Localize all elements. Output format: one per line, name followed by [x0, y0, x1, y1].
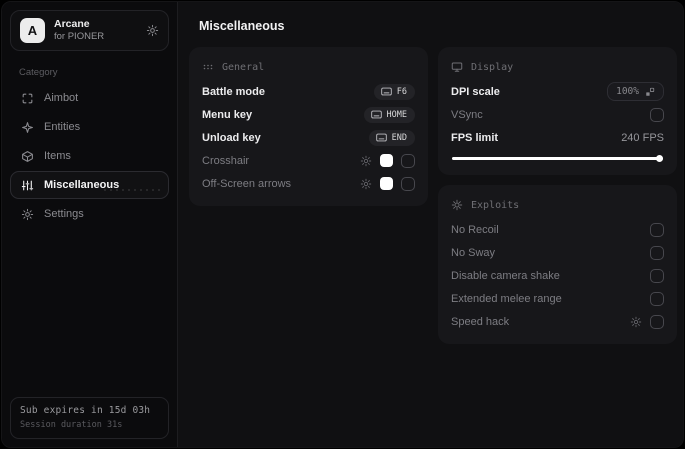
speed-hack-row: Speed hack	[451, 310, 664, 333]
disable-camera-shake-checkbox[interactable]	[650, 268, 664, 283]
no-recoil-checkbox[interactable]	[650, 222, 664, 237]
main-content: Miscellaneous General Battle mode F6 Men…	[178, 2, 683, 447]
fps-limit-row: FPS limit 240 FPS	[451, 126, 664, 149]
keyboard-icon	[380, 87, 392, 96]
keybind-value: F6	[396, 86, 407, 97]
crosshair-row: Crosshair	[202, 149, 415, 172]
dpi-scale-row: DPI scale 100%	[451, 80, 664, 103]
grid-dots-icon	[202, 61, 214, 73]
extended-melee-range-row: Extended melee range	[451, 287, 664, 310]
display-panel-title: Display	[471, 61, 514, 73]
dpi-scale-value: 100%	[616, 86, 639, 97]
subscription-info-card: Sub expires in 15d 03h Session duration …	[10, 397, 169, 439]
burst-icon	[451, 199, 463, 211]
vsync-row: VSync	[451, 103, 664, 126]
extended-melee-range-label: Extended melee range	[451, 292, 562, 305]
app-name: Arcane	[54, 18, 90, 30]
box-icon	[21, 150, 34, 163]
general-panel-title: General	[222, 61, 265, 73]
sidebar-item-miscellaneous[interactable]: Miscellaneous	[10, 171, 169, 199]
fps-limit-value: 240 FPS	[621, 131, 664, 144]
display-panel-header: Display	[451, 56, 664, 80]
app-subtitle: for PIONER	[54, 31, 105, 43]
sidebar-item-label: Settings	[44, 208, 84, 220]
sidebar-item-label: Aimbot	[44, 92, 79, 104]
dpi-scale-chip[interactable]: 100%	[607, 82, 664, 101]
menu-key-row: Menu key HOME	[202, 103, 415, 126]
slider-thumb[interactable]	[656, 154, 663, 162]
sparkle-icon	[21, 121, 34, 134]
speed-hack-checkbox[interactable]	[650, 314, 664, 329]
keybind-value: END	[391, 132, 407, 143]
sidebar-item-items[interactable]: Items	[10, 142, 169, 170]
scale-icon	[645, 87, 655, 97]
app-window: A Arcane for PIONER Category Aimbot Enti…	[1, 1, 684, 448]
vsync-checkbox[interactable]	[650, 107, 664, 122]
sidebar-nav: Aimbot Entities Items Miscellaneous Sett…	[10, 84, 169, 229]
no-recoil-label: No Recoil	[451, 223, 499, 236]
sidebar: A Arcane for PIONER Category Aimbot Enti…	[2, 2, 178, 447]
unload-key-row: Unload key END	[202, 126, 415, 149]
monitor-icon	[451, 61, 463, 73]
offscreen-arrows-row: Off-Screen arrows	[202, 172, 415, 195]
page-title: Miscellaneous	[199, 19, 285, 33]
battle-mode-keybind[interactable]: F6	[373, 83, 415, 100]
sub-expires-text: Sub expires in 15d 03h	[20, 405, 151, 416]
exploits-panel-header: Exploits	[451, 194, 664, 218]
general-panel: General Battle mode F6 Menu key HOME Unl…	[189, 47, 428, 206]
display-panel: Display DPI scale 100% VSync FPS limit 2…	[438, 47, 677, 175]
offscreen-arrows-checkbox[interactable]	[401, 176, 415, 191]
general-panel-header: General	[202, 56, 415, 80]
sidebar-item-label: Miscellaneous	[44, 179, 120, 191]
scan-icon	[21, 92, 34, 105]
battle-mode-row: Battle mode F6	[202, 80, 415, 103]
fps-limit-label: FPS limit	[451, 131, 499, 144]
crosshair-color-swatch[interactable]	[380, 154, 393, 167]
keyboard-icon	[375, 133, 387, 142]
battle-mode-label: Battle mode	[202, 85, 265, 98]
no-sway-row: No Sway	[451, 241, 664, 264]
offscreen-arrows-color-swatch[interactable]	[380, 177, 393, 190]
crosshair-checkbox[interactable]	[401, 153, 415, 168]
crosshair-gear-icon[interactable]	[360, 155, 372, 167]
vsync-label: VSync	[451, 108, 483, 121]
exploits-panel-title: Exploits	[471, 199, 520, 211]
exploits-panel: Exploits No Recoil No Sway Disable camer…	[438, 185, 677, 344]
session-duration-text: Session duration 31s	[20, 420, 123, 430]
no-recoil-row: No Recoil	[451, 218, 664, 241]
speed-hack-gear-icon[interactable]	[630, 316, 642, 328]
sidebar-item-label: Entities	[44, 121, 81, 133]
settings-gear-icon[interactable]	[146, 24, 159, 37]
dpi-scale-label: DPI scale	[451, 85, 500, 98]
fps-limit-slider[interactable]	[452, 154, 663, 162]
crosshair-label: Crosshair	[202, 154, 250, 167]
no-sway-checkbox[interactable]	[650, 245, 664, 260]
disable-camera-shake-label: Disable camera shake	[451, 269, 560, 282]
sidebar-item-entities[interactable]: Entities	[10, 113, 169, 141]
sidebar-item-aimbot[interactable]: Aimbot	[10, 84, 169, 112]
brand-card: A Arcane for PIONER	[10, 10, 169, 51]
sidebar-item-settings[interactable]: Settings	[10, 200, 169, 228]
menu-key-label: Menu key	[202, 108, 253, 121]
brand-text: Arcane for PIONER	[54, 18, 137, 43]
no-sway-label: No Sway	[451, 246, 496, 259]
sidebar-item-label: Items	[44, 150, 71, 162]
keyboard-icon	[370, 110, 382, 119]
app-logo: A	[20, 18, 45, 43]
category-label: Category	[19, 67, 58, 78]
gear-icon	[21, 208, 34, 221]
speed-hack-label: Speed hack	[451, 315, 510, 328]
keybind-value: HOME	[386, 109, 407, 120]
extended-melee-range-checkbox[interactable]	[650, 291, 664, 306]
unload-key-label: Unload key	[202, 131, 261, 144]
slider-fill	[452, 156, 663, 160]
disable-camera-shake-row: Disable camera shake	[451, 264, 664, 287]
offscreen-arrows-gear-icon[interactable]	[360, 178, 372, 190]
offscreen-arrows-label: Off-Screen arrows	[202, 177, 292, 190]
menu-key-keybind[interactable]: HOME	[363, 106, 415, 123]
unload-key-keybind[interactable]: END	[368, 129, 415, 146]
sliders-icon	[21, 179, 34, 192]
